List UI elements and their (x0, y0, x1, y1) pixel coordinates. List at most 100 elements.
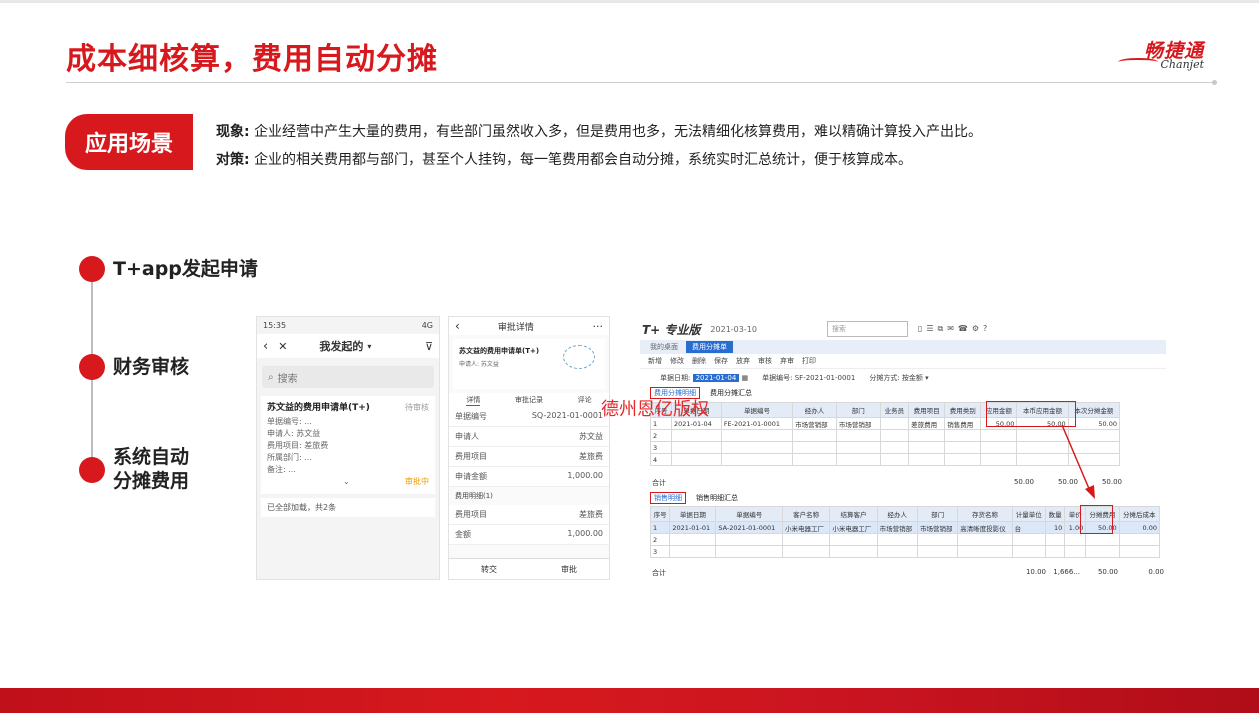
date-value: 2021-01-04 (692, 374, 740, 382)
bottom-subtabs: 销售明细 销售明细汇总 (640, 492, 738, 504)
request-card-line: 单据编号: ... (267, 417, 312, 426)
request-card-status: 待审核 (405, 403, 429, 412)
logo-en-text: Chanjet (1160, 58, 1204, 71)
logo-swoosh (1118, 58, 1158, 66)
table-cell[interactable]: 1 (649, 521, 671, 534)
title-divider (66, 82, 1216, 83)
table-cell[interactable]: 市场营销部 (792, 417, 837, 430)
table-row[interactable]: 2 (650, 429, 1121, 442)
toolbar-audit-button[interactable]: 审核 (758, 356, 772, 366)
phone1-search-input[interactable]: ⌕ 搜索 (262, 366, 434, 388)
request-card[interactable]: 苏文益的费用申请单(T+) 待审核 单据编号: ... 申请人: 苏文益 费用项… (261, 396, 435, 494)
erp-search-placeholder: 搜索 (831, 325, 846, 333)
subtab-alloc-summary[interactable]: 费用分摊汇总 (710, 388, 752, 398)
request-card-line: 申请人: 苏文益 (267, 429, 321, 438)
detail-row-key: 申请金额 (455, 472, 487, 481)
doc-no-field[interactable]: 单据编号: SF-2021-01-0001 (762, 373, 855, 383)
detail-row: 申请金额 1,000.00 (449, 467, 609, 487)
toolbar-edit-button[interactable]: 修改 (670, 356, 684, 366)
erp-search-input[interactable]: 搜索 (826, 321, 908, 337)
toolbar-save-button[interactable]: 保存 (714, 356, 728, 366)
erp-tab-bar: 我的桌面 费用分摊单 (640, 340, 1166, 354)
table-cell[interactable]: 高清晰度投影仪 (957, 521, 1013, 534)
back-icon[interactable]: ‹ (455, 319, 460, 333)
transfer-button[interactable]: 转交 (481, 564, 497, 575)
erp-header-info: 2021-03-10 (710, 324, 757, 334)
subtab-sales-summary[interactable]: 销售明细汇总 (696, 493, 738, 503)
column-header: 部门 (916, 506, 959, 522)
top-sum-a: 50.00 (1013, 478, 1034, 486)
column-header: 序号 (649, 506, 671, 522)
strategy-line: 对策: 企业的相关费用都与部门，甚至个人挂钩，每一笔费用都会自动分摊，系统实时汇… (216, 149, 912, 169)
table-cell[interactable]: 差旅费用 (908, 417, 946, 430)
phone-request-list: 15:35 4G ‹ ✕ 我发起的 ▾ ⊽ ⌕ 搜索 苏文益的费用申请单(T+)… (256, 316, 440, 580)
expense-detail-key: 金额 (455, 530, 471, 539)
detail-row-value: SQ-2021-01-0001 (531, 411, 603, 420)
table-cell[interactable]: 销售费用 (944, 417, 982, 430)
toolbar-new-button[interactable]: 新增 (648, 356, 662, 366)
table-row[interactable]: 3 (650, 441, 1121, 454)
toolbar-icons[interactable]: ▯☰⧉✉☎⚙? (918, 324, 991, 334)
bottom-sum-label: 合计 (652, 569, 666, 577)
table-cell[interactable] (879, 417, 910, 430)
column-header: 分摊后成本 (1118, 506, 1161, 522)
alloc-type-field[interactable]: 分摊方式: 按金额 ▾ (869, 373, 928, 383)
bottom-sum-row: 合计 10.00 1,666... 50.00 0.00 (652, 568, 1164, 578)
calendar-icon[interactable]: ▦ (742, 374, 749, 382)
toolbar-delete-button[interactable]: 删除 (692, 356, 706, 366)
phenomenon-line: 现象: 企业经营中产生大量的费用，有些部门虽然收入多，但是费用也多，无法精细化核… (216, 121, 982, 141)
table-cell[interactable]: 小米电器工厂 (829, 521, 878, 534)
tab-approval-record[interactable]: 审批记录 (515, 395, 543, 405)
table-cell[interactable]: 10 (1044, 521, 1066, 534)
table-row[interactable]: 4 (650, 453, 1121, 466)
chanjet-logo: 畅捷通 Chanjet (1108, 36, 1208, 76)
column-header: 客户名称 (781, 506, 831, 522)
alloc-type-value: 按金额 (901, 374, 923, 382)
toolbar-unaudit-button[interactable]: 弃审 (780, 356, 794, 366)
detail-row: 费用项目 差旅费 (449, 447, 609, 467)
phone2-action-bar: 转交 审批 (449, 558, 609, 579)
table-cell[interactable]: 市场营销部 (876, 521, 918, 534)
top-sum-row: 合计 50.00 50.00 50.00 (652, 478, 1122, 488)
subtab-sales-detail[interactable]: 销售明细 (650, 492, 686, 504)
top-subtabs: 费用分摊明细 费用分摊汇总 (640, 387, 1166, 399)
footer-bar (0, 688, 1259, 713)
table-cell[interactable]: 2021-01-01 (669, 521, 717, 534)
tab-expense-allocation[interactable]: 费用分摊单 (686, 341, 733, 353)
toolbar-discard-button[interactable]: 放弃 (736, 356, 750, 366)
chevron-down-icon[interactable]: ▾ (367, 342, 371, 351)
alloc-type-label: 分摊方式 (869, 374, 898, 382)
column-header: 单据日期 (669, 506, 717, 522)
phone2-nav-title: 审批详情 (497, 322, 534, 333)
table-cell[interactable]: 小米电器工厂 (781, 521, 831, 534)
tab-comments[interactable]: 评论 (578, 395, 592, 405)
detail-row-key: 申请人 (455, 432, 479, 441)
toolbar-print-button[interactable]: 打印 (802, 356, 816, 366)
table-cell[interactable]: FE-2021-01-0001 (720, 417, 794, 430)
table-row[interactable]: 2 (649, 533, 1161, 546)
tab-detail[interactable]: 详情 (466, 395, 481, 406)
detail-row-value: 1,000.00 (567, 471, 603, 480)
expand-chevron-icon[interactable]: ⌄ (343, 476, 350, 488)
date-field[interactable]: 单据日期: 2021-01-04 ▦ (660, 373, 748, 383)
table-row[interactable]: 3 (649, 545, 1161, 558)
table-cell[interactable]: SA-2021-01-0001 (715, 521, 783, 534)
filter-icon[interactable]: ⊽ (425, 340, 433, 353)
table-cell[interactable]: 台 (1011, 521, 1046, 534)
phone-approval-detail: ‹ 审批详情 ··· 苏文益的费用申请单(T+) 申请人: 苏文益 详情 审批记… (448, 316, 610, 580)
detail-row: 单据编号 SQ-2021-01-0001 (449, 407, 609, 427)
approve-button[interactable]: 审批 (561, 564, 577, 575)
detail-row-value: 苏文益 (579, 432, 603, 441)
column-header: 存货名称 (957, 506, 1013, 522)
request-card-line: 所属部门: ... (267, 453, 312, 462)
back-icon[interactable]: ‹ (263, 339, 268, 354)
more-icon[interactable]: ··· (593, 320, 604, 333)
table-cell[interactable]: 市场营销部 (916, 521, 959, 534)
table-cell[interactable]: 0.00 (1118, 521, 1161, 534)
close-icon[interactable]: ✕ (278, 340, 287, 353)
tab-my-desktop[interactable]: 我的桌面 (650, 342, 678, 352)
step-2-label: 财务审核 (113, 356, 190, 378)
step-2-dot (79, 354, 105, 380)
doc-no-value: SF-2021-01-0001 (794, 374, 856, 382)
table-cell[interactable]: 市场营销部 (835, 417, 881, 430)
